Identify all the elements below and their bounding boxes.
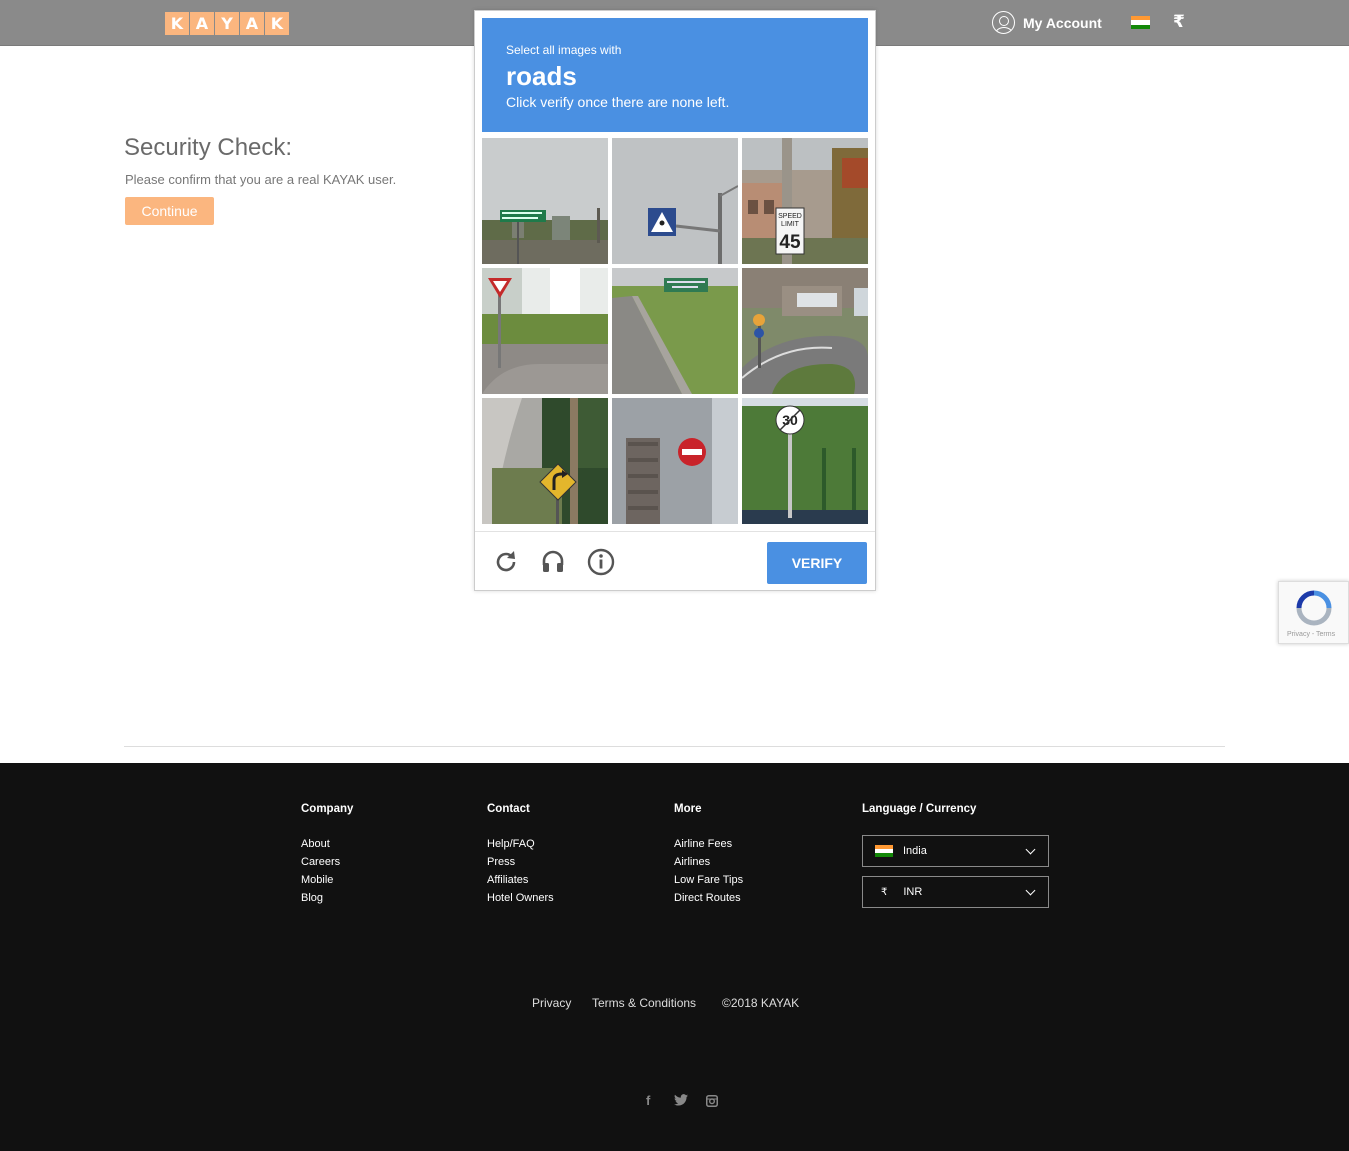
footer-link-press[interactable]: Press bbox=[487, 853, 554, 871]
page-title: Security Check: bbox=[124, 134, 293, 161]
kayak-logo[interactable]: K A Y A K bbox=[165, 12, 289, 35]
facebook-icon[interactable]: f bbox=[646, 1093, 650, 1108]
limit-sign-text: LIMIT bbox=[781, 221, 800, 228]
footer: Company About Careers Mobile Blog Contac… bbox=[0, 763, 1349, 1151]
tile-street-sign-green[interactable] bbox=[482, 138, 608, 264]
india-flag-icon bbox=[875, 845, 893, 857]
captcha-header: Select all images with roads Click verif… bbox=[482, 18, 868, 132]
tile-curve-warning-sign[interactable] bbox=[482, 398, 608, 524]
footer-link-low-fare-tips[interactable]: Low Fare Tips bbox=[674, 871, 743, 889]
footer-heading: Company bbox=[301, 803, 354, 815]
tile-road-with-green-sign[interactable] bbox=[612, 268, 738, 394]
footer-more-column: More Airline Fees Airlines Low Fare Tips… bbox=[674, 803, 743, 907]
captcha-instruction: Select all images with bbox=[506, 43, 622, 57]
rupee-icon: ₹ bbox=[881, 886, 888, 898]
copyright-text: ©2018 KAYAK bbox=[722, 996, 800, 1010]
speed-sign-text: SPEED bbox=[778, 213, 802, 220]
terms-link[interactable]: Terms & Conditions bbox=[592, 996, 696, 1010]
chevron-down-icon bbox=[1025, 885, 1036, 896]
tile-roundabout[interactable] bbox=[742, 268, 868, 394]
currency-select[interactable]: ₹ INR bbox=[862, 876, 1049, 908]
footer-link-about[interactable]: About bbox=[301, 835, 353, 853]
footer-link-mobile[interactable]: Mobile bbox=[301, 871, 353, 889]
recaptcha-badge[interactable]: Privacy - Terms bbox=[1278, 581, 1349, 644]
info-icon[interactable] bbox=[587, 548, 615, 576]
logo-letter: A bbox=[190, 12, 214, 35]
verify-button[interactable]: VERIFY bbox=[767, 542, 867, 584]
captcha-hint: Click verify once there are none left. bbox=[506, 94, 730, 110]
footer-heading: Language / Currency bbox=[862, 803, 977, 815]
logo-letter: K bbox=[165, 12, 189, 35]
footer-link-hotel-owners[interactable]: Hotel Owners bbox=[487, 889, 554, 907]
footer-company-column: Company About Careers Mobile Blog bbox=[301, 803, 353, 907]
footer-link-help-faq[interactable]: Help/FAQ bbox=[487, 835, 554, 853]
logo-letter: K bbox=[265, 12, 289, 35]
currency-value: INR bbox=[903, 886, 923, 898]
chevron-down-icon bbox=[1025, 844, 1036, 855]
footer-link-careers[interactable]: Careers bbox=[301, 853, 353, 871]
footer-heading: More bbox=[674, 803, 702, 815]
reload-icon[interactable] bbox=[492, 548, 520, 576]
tile-pedestrian-crossing-sign[interactable] bbox=[612, 138, 738, 264]
captcha-dialog: Select all images with roads Click verif… bbox=[474, 10, 876, 591]
instagram-icon[interactable] bbox=[706, 1095, 718, 1110]
footer-link-affiliates[interactable]: Affiliates bbox=[487, 871, 554, 889]
captcha-image-grid: SPEED LIMIT 45 bbox=[482, 138, 868, 524]
tile-no-entry-sign[interactable] bbox=[612, 398, 738, 524]
india-flag-icon[interactable] bbox=[1131, 16, 1150, 29]
footer-heading: Contact bbox=[487, 803, 530, 815]
logo-letter: Y bbox=[215, 12, 239, 35]
divider bbox=[124, 746, 1225, 747]
footer-link-airlines[interactable]: Airlines bbox=[674, 853, 743, 871]
privacy-link[interactable]: Privacy bbox=[532, 996, 571, 1010]
footer-link-airline-fees[interactable]: Airline Fees bbox=[674, 835, 743, 853]
audio-icon[interactable] bbox=[539, 548, 567, 576]
footer-language-column: Language / Currency bbox=[862, 803, 976, 835]
tile-speed-limit-45[interactable]: SPEED LIMIT 45 bbox=[742, 138, 868, 264]
speed-value-text: 45 bbox=[779, 232, 801, 253]
security-message: Please confirm that you are a real KAYAK… bbox=[125, 172, 397, 187]
tile-yield-sign[interactable] bbox=[482, 268, 608, 394]
footer-contact-column: Contact Help/FAQ Press Affiliates Hotel … bbox=[487, 803, 554, 907]
my-account-button[interactable]: My Account bbox=[992, 11, 1102, 34]
captcha-target: roads bbox=[506, 61, 577, 91]
continue-button[interactable]: Continue bbox=[125, 197, 214, 225]
footer-link-blog[interactable]: Blog bbox=[301, 889, 353, 907]
tile-speed-30-sign[interactable]: 30 bbox=[742, 398, 868, 524]
recaptcha-links[interactable]: Privacy - Terms bbox=[1287, 631, 1335, 638]
recaptcha-logo-icon bbox=[1295, 589, 1333, 627]
my-account-label: My Account bbox=[1023, 14, 1102, 31]
logo-letter: A bbox=[240, 12, 264, 35]
country-select[interactable]: India bbox=[862, 835, 1049, 867]
twitter-icon[interactable] bbox=[674, 1094, 688, 1109]
user-icon bbox=[992, 11, 1015, 34]
footer-link-direct-routes[interactable]: Direct Routes bbox=[674, 889, 743, 907]
currency-button[interactable]: ₹ bbox=[1173, 12, 1185, 32]
captcha-footer: VERIFY bbox=[475, 531, 875, 591]
country-value: India bbox=[903, 845, 927, 857]
